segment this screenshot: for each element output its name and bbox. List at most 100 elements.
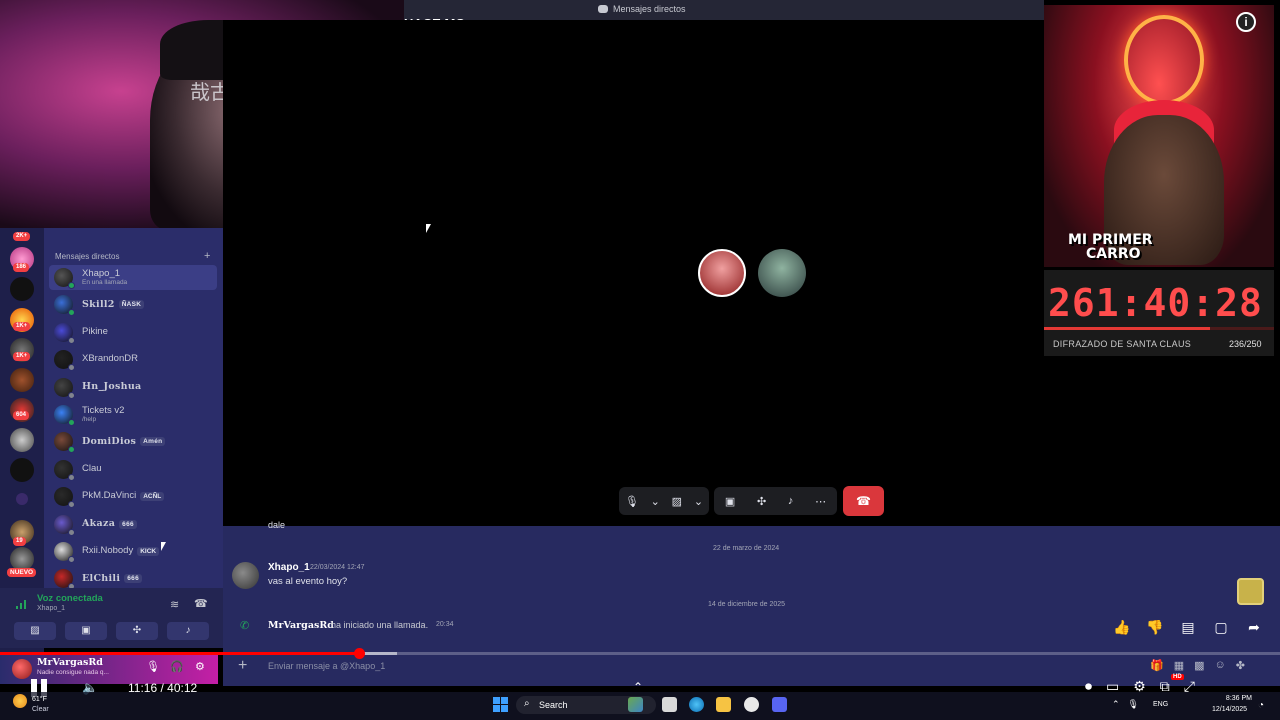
message-input-placeholder[interactable]: Enviar mensaje a @Xhapo_1 bbox=[268, 661, 385, 671]
call-participant-avatar[interactable] bbox=[698, 249, 746, 297]
user-name[interactable]: MrVargasRd bbox=[37, 657, 103, 668]
microphone-icon[interactable]: 🎙 bbox=[1128, 699, 1139, 710]
weather-condition[interactable]: Clear bbox=[32, 706, 49, 713]
screen-share-button[interactable]: ▣ bbox=[65, 622, 107, 640]
widgets-icon[interactable] bbox=[628, 697, 643, 712]
dm-item[interactable]: Akaza 666 bbox=[49, 512, 217, 537]
phone-icon: ✆ bbox=[240, 620, 250, 632]
new-dm-plus-icon[interactable]: + bbox=[204, 250, 210, 262]
dm-item-name-text: Tickets v2 bbox=[82, 404, 125, 416]
task-view-icon[interactable] bbox=[662, 697, 677, 712]
microphone-icon[interactable]: 🎙 bbox=[146, 660, 160, 673]
like-icon[interactable]: 👍 bbox=[1111, 616, 1133, 638]
dm-item[interactable]: Pikine bbox=[49, 320, 217, 345]
video-progress-bar[interactable] bbox=[0, 652, 1280, 655]
attach-plus-icon[interactable]: + bbox=[238, 657, 247, 675]
language-indicator[interactable]: ENG bbox=[1153, 701, 1168, 708]
dislike-icon[interactable]: 👎 bbox=[1144, 616, 1166, 638]
call-stage bbox=[223, 20, 1044, 525]
soundboard-icon[interactable]: ♪ bbox=[788, 495, 794, 507]
dm-item-text: PkM.DaVinci ACÑL bbox=[82, 491, 165, 501]
noise-suppression-icon[interactable]: ≋ bbox=[170, 598, 179, 611]
microphone-icon[interactable]: 🎙 bbox=[625, 495, 639, 508]
apps-icon[interactable]: ✤ bbox=[1236, 659, 1245, 672]
voice-connected-title[interactable]: Voz conectada bbox=[37, 593, 103, 604]
dm-item[interactable]: DomiDios Amén bbox=[49, 429, 217, 454]
file-explorer-icon[interactable] bbox=[716, 697, 731, 712]
dm-item[interactable]: ElChili 666 bbox=[49, 566, 217, 588]
message-author[interactable]: Xhapo_1 bbox=[268, 562, 310, 573]
chevron-down-icon[interactable]: ⌄ bbox=[694, 495, 703, 508]
mouse-cursor bbox=[161, 542, 166, 551]
server-badge: 186 bbox=[13, 263, 30, 272]
chatgpt-icon[interactable] bbox=[744, 697, 759, 712]
clock-time[interactable]: 8:36 PM bbox=[1216, 695, 1252, 702]
comments-icon[interactable]: ▤ bbox=[1177, 616, 1199, 638]
dm-item[interactable]: Skill2 ÑASK bbox=[49, 292, 217, 317]
dm-item[interactable]: Hn_Joshua bbox=[49, 375, 217, 400]
settings-gear-icon[interactable]: ⚙ bbox=[195, 660, 205, 673]
server-icon[interactable] bbox=[10, 368, 34, 392]
weather-temperature[interactable]: 61°F bbox=[32, 696, 47, 703]
dm-item-text: Tickets v2/help bbox=[82, 404, 125, 424]
server-folder-icon[interactable] bbox=[16, 493, 28, 505]
dm-item[interactable]: PkM.DaVinci ACÑL bbox=[49, 484, 217, 509]
chevron-down-icon[interactable]: ⌄ bbox=[651, 495, 660, 508]
server-icon[interactable] bbox=[10, 277, 34, 301]
windows-start-icon[interactable] bbox=[493, 697, 508, 712]
avatar[interactable] bbox=[12, 659, 32, 679]
gift-icon[interactable]: 🎁 bbox=[1150, 659, 1164, 672]
hang-up-button[interactable]: ☎ bbox=[843, 486, 884, 516]
dm-item-name: Hn_Joshua bbox=[82, 381, 141, 392]
dm-item[interactable]: Clau bbox=[49, 457, 217, 482]
camera-off-icon[interactable]: ▨ bbox=[672, 495, 682, 508]
camera-off-button[interactable]: ▨ bbox=[14, 622, 56, 640]
dm-item[interactable]: Xhapo_1 En una llamada bbox=[49, 265, 217, 290]
call-participant-avatar[interactable] bbox=[758, 249, 806, 297]
dm-item-text: Rxii.Nobody KICK bbox=[82, 545, 160, 556]
avatar bbox=[54, 432, 75, 454]
dm-item-name: PkM.DaVinci ACÑL bbox=[82, 491, 165, 501]
dm-item[interactable]: Rxii.Nobody KICK bbox=[49, 539, 217, 564]
more-options-icon[interactable]: ⋯ bbox=[815, 495, 826, 508]
status-dot bbox=[68, 473, 75, 481]
dm-item[interactable]: Tickets v2/help bbox=[49, 402, 217, 427]
edge-browser-icon[interactable] bbox=[689, 697, 704, 712]
share-icon[interactable]: ➦ bbox=[1243, 616, 1265, 638]
avatar[interactable] bbox=[232, 562, 259, 589]
weather-icon[interactable] bbox=[13, 694, 27, 708]
voice-channel-name[interactable]: Xhapo_1 bbox=[37, 605, 65, 612]
dm-item-text: Xhapo_1 En una llamada bbox=[82, 268, 127, 287]
dm-item[interactable]: XBrandonDR bbox=[49, 347, 217, 372]
bot-app-icon[interactable] bbox=[1237, 578, 1264, 605]
soundboard-button[interactable]: ♪ bbox=[167, 622, 209, 640]
search-icon: ⌕ bbox=[524, 698, 530, 709]
headphones-icon[interactable]: 🎧 bbox=[170, 660, 184, 673]
chevron-up-icon[interactable]: ⌃ bbox=[1112, 699, 1120, 710]
promo-text: MI PRIMER CARRO bbox=[1068, 233, 1153, 261]
discord-icon[interactable] bbox=[772, 697, 787, 712]
scrubber-handle[interactable] bbox=[353, 648, 365, 659]
activities-icon[interactable]: ✣ bbox=[757, 495, 766, 508]
notification-icon[interactable]: ◔ bbox=[1258, 700, 1264, 711]
call-event-user[interactable]: MrVargasRd bbox=[268, 620, 334, 631]
new-badge: NUEVO bbox=[7, 568, 37, 577]
dm-item-name: ElChili 666 bbox=[82, 573, 142, 584]
server-icon[interactable] bbox=[10, 458, 34, 482]
activities-button[interactable]: ✣ bbox=[116, 622, 158, 640]
user-status: Nadie consigue nada q... bbox=[37, 669, 109, 676]
emoji-icon[interactable]: ☺ bbox=[1215, 659, 1226, 672]
clock-date[interactable]: 12/14/2025 bbox=[1212, 706, 1247, 713]
dm-item-name-text: Akaza bbox=[82, 517, 116, 529]
search-label[interactable]: Search bbox=[539, 700, 568, 710]
dm-item-name: Clau bbox=[82, 463, 102, 474]
server-icon[interactable] bbox=[10, 428, 34, 452]
sticker-icon[interactable]: ▩ bbox=[1194, 659, 1204, 672]
info-icon[interactable]: i bbox=[1236, 12, 1256, 32]
screen-share-icon[interactable]: ▣ bbox=[725, 495, 735, 508]
status-dot bbox=[68, 528, 75, 536]
signal-icon[interactable] bbox=[16, 599, 28, 609]
disconnect-icon[interactable]: ☎ bbox=[194, 597, 208, 610]
chat-replay-icon[interactable]: ▢ bbox=[1210, 616, 1232, 638]
gif-icon[interactable]: ▦ bbox=[1174, 659, 1184, 672]
